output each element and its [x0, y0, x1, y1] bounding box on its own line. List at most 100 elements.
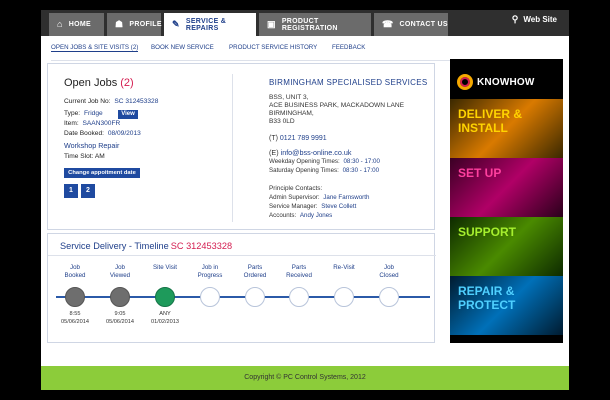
timeline-divider — [48, 255, 436, 256]
weekday-hours-row: Weekday Opening Times: 08:30 - 17:00 — [269, 158, 380, 165]
banner-repair-protect[interactable]: REPAIR & PROTECT — [450, 276, 563, 335]
map-pin-icon: ⚲ — [511, 14, 519, 24]
tab-service-repairs[interactable]: ✎ SERVICE & REPAIRS — [164, 13, 256, 36]
time-slot-label: Time Slot: — [64, 153, 94, 160]
step-marker — [289, 287, 309, 307]
date-booked-row: Date Booked: 08/09/2013 — [64, 130, 141, 137]
tab-service-repairs-label: SERVICE & REPAIRS — [185, 17, 227, 32]
step-label: Site Visit — [153, 264, 177, 271]
page-button-1[interactable]: 1 — [64, 184, 78, 198]
contact-name[interactable]: Steve Collett — [321, 203, 356, 210]
workshop-repair-label: Workshop Repair — [64, 141, 120, 150]
knowhow-ring-icon — [457, 74, 473, 90]
time-slot-row: Time Slot: AM — [64, 153, 105, 160]
banner-support[interactable]: SUPPORT — [450, 217, 563, 276]
subnav-book-new-service[interactable]: BOOK NEW SERVICE — [151, 44, 214, 51]
open-jobs-count: (2) — [120, 77, 134, 89]
contact-row: Admin Supervisor: Jane Farnsworth — [269, 194, 369, 201]
phone-icon: ☎ — [382, 19, 394, 29]
item-row: Item: SAAN300FR — [64, 120, 120, 127]
subnav-feedback[interactable]: FEEDBACK — [332, 44, 365, 51]
current-job-row: Current Job No: SC 312453328 — [64, 98, 158, 105]
step-marker — [65, 287, 85, 307]
saturday-hours-row: Saturday Opening Times: 08:30 - 17:00 — [269, 167, 379, 174]
footer-copyright: Copyright © PC Control Systems, 2012 — [41, 366, 569, 390]
current-job-value: SC 312453328 — [114, 98, 159, 105]
email-link[interactable]: info@bss-online.co.uk — [281, 148, 352, 157]
tab-home[interactable]: ⌂ HOME — [49, 13, 104, 36]
contact-role: Service Manager: — [269, 203, 318, 210]
change-appointment-button[interactable]: Change appoitment date — [64, 168, 140, 178]
contact-row: Service Manager: Steve Collett — [269, 203, 356, 210]
tab-contact-us[interactable]: ☎ CONTACT US — [374, 13, 448, 36]
open-jobs-panel: Open Jobs (2) Current Job No: SC 31245332… — [47, 63, 435, 230]
timeline-title-text: Service Delivery - Timeline — [60, 241, 169, 251]
wrench-icon: ✎ — [172, 19, 180, 29]
step-marker — [334, 287, 354, 307]
open-jobs-title-text: Open Jobs — [64, 77, 118, 89]
step-marker — [110, 287, 130, 307]
step-label: Parts Received — [286, 264, 312, 279]
email-label: (E) — [269, 148, 279, 157]
knowhow-banner[interactable]: KNOWHOW DELIVER & INSTALL SET UP SUPPORT… — [450, 59, 563, 343]
view-button[interactable]: View — [118, 110, 138, 119]
address-line-4: B33 0LD — [269, 118, 295, 125]
step-marker — [245, 287, 265, 307]
service-center-name: BIRMINGHAM SPECIALISED SERVICES — [269, 78, 428, 87]
knowhow-wordmark: KNOWHOW — [477, 76, 535, 88]
open-jobs-title: Open Jobs (2) — [64, 77, 134, 89]
step-label: Job in Progress — [197, 264, 223, 279]
contact-name[interactable]: Jane Farnsworth — [323, 194, 369, 201]
sub-navigation: OPEN JOBS & SITE VISITS (2) BOOK NEW SER… — [51, 41, 451, 61]
address-line-1: BSS, UNIT 3, — [269, 94, 309, 101]
page-button-2[interactable]: 2 — [81, 184, 95, 198]
step-label: Job Viewed — [109, 264, 131, 279]
contact-name[interactable]: Andy Jones — [300, 212, 332, 219]
type-label: Type: — [64, 110, 81, 117]
tab-contact-us-label: CONTACT US — [399, 21, 448, 28]
website-label: Web Site — [523, 15, 557, 24]
banner-deliver-install[interactable]: DELIVER & INSTALL — [450, 99, 563, 158]
subnav-open-jobs[interactable]: OPEN JOBS & SITE VISITS (2) — [51, 44, 139, 52]
website-link[interactable]: ⚲ Web Site — [512, 14, 557, 25]
service-timeline-panel: Service Delivery - Timeline SC 312453328 … — [47, 233, 436, 343]
step-marker — [155, 287, 175, 307]
step-time: 9:05 05/06/2014 — [106, 311, 134, 325]
type-value: Fridge — [83, 110, 103, 117]
tab-product-registration[interactable]: ▣ PRODUCT REGISTRATION — [259, 13, 371, 36]
banner-set-up[interactable]: SET UP — [450, 158, 563, 217]
subnav-divider — [51, 60, 451, 61]
item-label: Item: — [64, 120, 79, 127]
principle-contacts-heading: Principle Contacts: — [269, 185, 323, 192]
step-marker — [200, 287, 220, 307]
phone-number: 0121 789 9991 — [279, 135, 327, 142]
box-icon: ▣ — [267, 19, 276, 29]
step-time: ANY 01/02/2013 — [151, 311, 179, 325]
step-marker — [379, 287, 399, 307]
user-icon: ☗ — [115, 19, 124, 29]
tab-profile[interactable]: ☗ PROFILE — [107, 13, 162, 36]
subnav-product-service-history[interactable]: PRODUCT SERVICE HISTORY — [229, 44, 317, 51]
step-label: Re-Visit — [333, 264, 355, 271]
time-slot-value: AM — [94, 153, 105, 160]
phone-label: (T) — [269, 135, 278, 142]
contact-row: Accounts: Andy Jones — [269, 212, 332, 219]
step-time: 8:55 05/06/2014 — [61, 311, 89, 325]
weekday-hours-value: 08:30 - 17:00 — [343, 158, 380, 165]
tab-profile-label: PROFILE — [129, 21, 162, 28]
step-label: Job Booked — [64, 264, 86, 279]
step-label: Parts Ordered — [243, 264, 267, 279]
tab-home-label: HOME — [68, 21, 91, 28]
timeline-job-ref: SC 312453328 — [170, 241, 233, 251]
tab-product-registration-label: PRODUCT REGISTRATION — [281, 17, 338, 32]
saturday-hours-value: 08:30 - 17:00 — [342, 167, 380, 174]
timeline-title: Service Delivery - Timeline SC 312453328 — [60, 241, 232, 251]
main-page: OPEN JOBS & SITE VISITS (2) BOOK NEW SER… — [41, 36, 569, 366]
step-label: Job Closed — [379, 264, 399, 279]
knowhow-logo: KNOWHOW — [450, 67, 563, 97]
home-icon: ⌂ — [57, 19, 63, 29]
saturday-hours-label: Saturday Opening Times: — [269, 167, 339, 174]
type-row: Type: Fridge — [64, 110, 103, 117]
contact-role: Accounts: — [269, 212, 297, 219]
date-booked-label: Date Booked: — [64, 130, 104, 137]
